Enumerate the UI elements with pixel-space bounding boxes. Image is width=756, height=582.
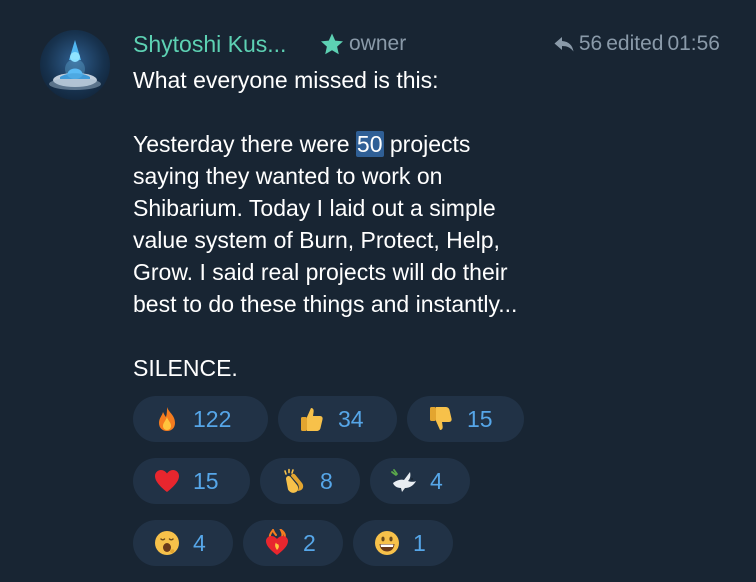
reaction-thumbs-down[interactable]: 15 <box>407 396 524 442</box>
reaction-heart-on-fire[interactable]: 2 <box>243 520 343 566</box>
grinning-face-emoji-icon <box>375 531 399 555</box>
message-line: Yesterday there were 50 projects <box>133 128 613 160</box>
reaction-thumbs-up[interactable]: 34 <box>278 396 397 442</box>
reactions-bar: 122 34 15 15 8 4 4 2 1 <box>133 396 524 582</box>
message-line: SILENCE. <box>133 355 238 381</box>
reaction-fire[interactable]: 122 <box>133 396 268 442</box>
message-line: What everyone missed is this: <box>133 67 439 93</box>
thumbs-down-emoji-icon <box>430 407 452 430</box>
reaction-count: 2 <box>303 529 316 556</box>
message-line: Grow. I said real projects will do their <box>133 259 508 285</box>
dove-emoji-icon <box>391 469 416 492</box>
reaction-count: 1 <box>413 529 426 556</box>
fire-emoji-icon <box>159 407 175 431</box>
message-line: value system of Burn, Protect, Help, <box>133 227 500 253</box>
star-icon <box>321 33 343 55</box>
text-segment: Yesterday there were <box>133 131 356 157</box>
reaction-count: 4 <box>193 529 206 556</box>
chat-message: Shytoshi Kus... owner 56 edited 01:56 Wh… <box>0 0 756 582</box>
reactions-row: 4 2 1 <box>133 520 524 566</box>
sender-name[interactable]: Shytoshi Kus... <box>133 29 286 59</box>
reaction-clapping-hands[interactable]: 8 <box>260 458 360 504</box>
red-heart-emoji-icon <box>155 470 179 492</box>
meditating-figure-icon <box>49 40 101 90</box>
edited-label: edited <box>606 32 664 55</box>
reply-arrow-icon[interactable] <box>553 35 575 53</box>
reaction-grinning-face[interactable]: 1 <box>353 520 453 566</box>
sender-avatar[interactable] <box>40 30 110 100</box>
heart-on-fire-emoji-icon <box>266 529 288 555</box>
reactions-row: 15 8 4 <box>133 458 524 504</box>
message-line: Shibarium. Today I laid out a simple <box>133 195 496 221</box>
sender-role: owner <box>349 32 407 55</box>
reaction-count: 8 <box>320 467 333 494</box>
text-segment: projects <box>383 131 471 157</box>
message-line: saying they wanted to work on <box>133 163 443 189</box>
reaction-count: 15 <box>193 467 219 494</box>
reaction-count: 15 <box>467 405 493 432</box>
reaction-count: 4 <box>430 467 443 494</box>
reaction-red-heart[interactable]: 15 <box>133 458 250 504</box>
reply-count[interactable]: 56 <box>579 32 602 56</box>
message-header: Shytoshi Kus... owner 56 edited 01:56 <box>133 29 720 59</box>
highlighted-text: 50 <box>355 131 384 157</box>
message-time: 01:56 <box>667 32 720 55</box>
reaction-count: 34 <box>338 405 364 432</box>
reaction-yawning-face[interactable]: 4 <box>133 520 233 566</box>
yawning-face-emoji-icon <box>155 531 179 555</box>
reaction-count: 122 <box>193 405 232 432</box>
thumbs-up-emoji-icon <box>301 408 323 431</box>
clapping-hands-emoji-icon <box>284 468 304 493</box>
reaction-dove[interactable]: 4 <box>370 458 470 504</box>
message-line: best to do these things and instantly... <box>133 291 518 317</box>
message-text: What everyone missed is this: Yesterday … <box>133 64 613 384</box>
message-meta: 56 edited 01:56 <box>553 29 720 59</box>
reactions-row: 122 34 15 <box>133 396 524 442</box>
